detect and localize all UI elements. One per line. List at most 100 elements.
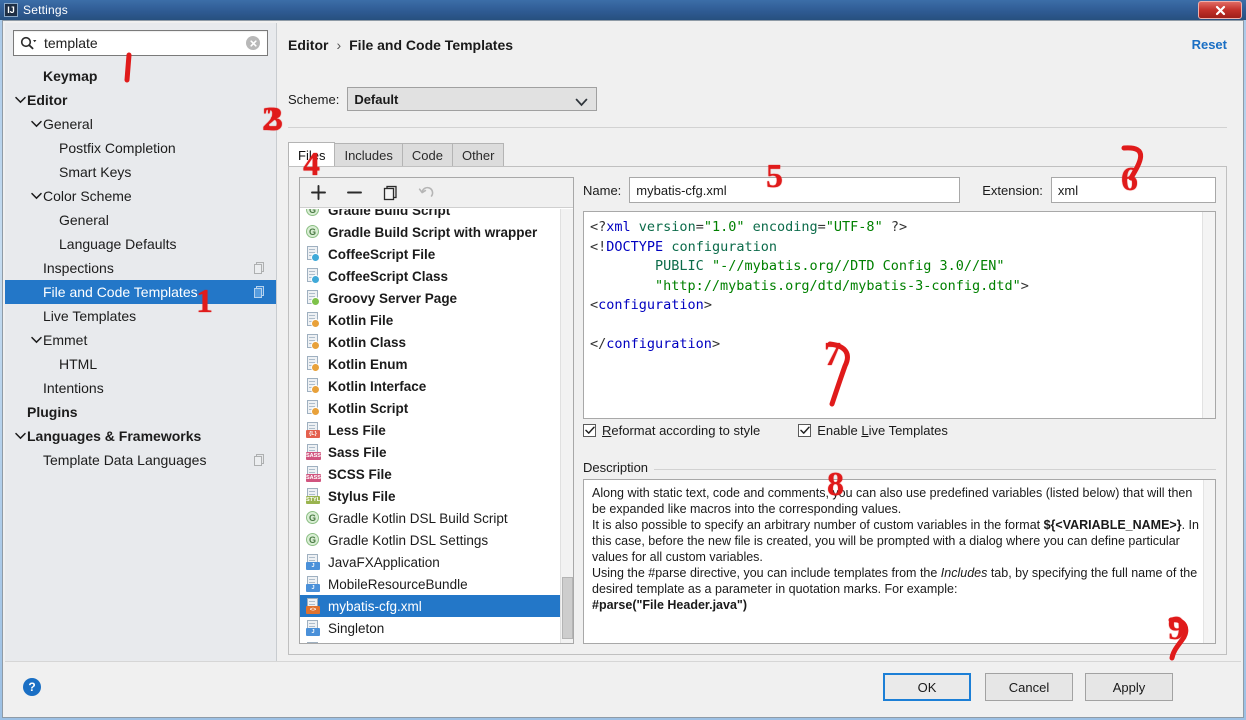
code-token: encoding: [753, 219, 818, 235]
code-line: [590, 316, 1215, 336]
live-templates-checkbox[interactable]: Enable Live Templates: [798, 423, 948, 438]
template-list-item[interactable]: GGradle Build Script with wrapper: [300, 221, 560, 243]
template-list-item[interactable]: Kotlin File: [300, 309, 560, 331]
template-list-item[interactable]: JMobileResourceBundle: [300, 573, 560, 595]
help-icon[interactable]: ?: [23, 678, 41, 696]
apply-button[interactable]: Apply: [1085, 673, 1173, 701]
name-label: Name:: [583, 183, 621, 198]
reset-link[interactable]: Reset: [1192, 37, 1227, 52]
template-list-item[interactable]: <>mybatis-cfg.xml: [300, 595, 560, 617]
sidebar-item-live-templates[interactable]: Live Templates: [5, 304, 276, 328]
copy-template-button[interactable]: [380, 183, 400, 203]
template-list-item[interactable]: GGradle Kotlin DSL Build Script: [300, 507, 560, 529]
sidebar-item-label: Color Scheme: [43, 188, 132, 204]
scheme-label: Scheme:: [288, 92, 339, 107]
template-list-item-label: Gradle Kotlin DSL Settings: [328, 533, 488, 548]
chevron-down-icon[interactable]: [13, 93, 27, 107]
code-editor-scrollbar[interactable]: [1202, 212, 1215, 418]
chevron-down-icon[interactable]: [29, 333, 43, 347]
tab-other[interactable]: Other: [452, 143, 505, 167]
settings-tree: KeymapEditorGeneralPostfix CompletionSma…: [5, 64, 276, 472]
search-input-value: template: [44, 35, 98, 51]
scheme-select[interactable]: Default: [347, 87, 597, 111]
template-list-item[interactable]: Kotlin Class: [300, 331, 560, 353]
reformat-checkbox[interactable]: Reformat according to style: [583, 423, 760, 438]
template-list-item[interactable]: <>XSLT Stylesheet: [300, 639, 560, 643]
ok-button[interactable]: OK: [883, 673, 971, 701]
chevron-down-icon[interactable]: [29, 117, 43, 131]
dialog-footer: ? OK Cancel Apply: [5, 661, 1241, 715]
kotlin-icon: [305, 356, 321, 372]
template-list-item[interactable]: {L}Less File: [300, 419, 560, 441]
chevron-down-icon[interactable]: [29, 189, 43, 203]
copy-settings-icon[interactable]: [254, 454, 266, 467]
sidebar-item-label: Emmet: [43, 332, 87, 348]
sidebar-item-general[interactable]: General: [5, 208, 276, 232]
template-list-item[interactable]: JSingleton: [300, 617, 560, 639]
sidebar-item-label: Language Defaults: [59, 236, 177, 252]
java-icon: J: [305, 554, 321, 570]
sidebar-item-intentions[interactable]: Intentions: [5, 376, 276, 400]
template-list-item-label: JavaFXApplication: [328, 555, 440, 570]
window-titlebar: IJ Settings: [0, 0, 1246, 20]
name-input[interactable]: mybatis-cfg.xml: [629, 177, 960, 203]
tab-code[interactable]: Code: [402, 143, 453, 167]
tree-spacer: [29, 285, 43, 299]
coffeescript-icon: [305, 268, 321, 284]
tree-spacer: [45, 237, 59, 251]
code-token: =: [818, 219, 826, 235]
template-list-item[interactable]: SASSSCSS File: [300, 463, 560, 485]
tab-files[interactable]: Files: [288, 142, 335, 167]
cancel-button[interactable]: Cancel: [985, 673, 1073, 701]
chevron-down-icon[interactable]: [13, 429, 27, 443]
sidebar-item-html[interactable]: HTML: [5, 352, 276, 376]
sidebar-item-template-data-languages[interactable]: Template Data Languages: [5, 448, 276, 472]
description-text: Along with static text, code and comment…: [584, 480, 1215, 618]
copy-settings-icon[interactable]: [254, 262, 266, 275]
remove-template-button[interactable]: [344, 183, 364, 203]
reformat-mnemonic: R: [602, 423, 611, 438]
sidebar-item-editor[interactable]: Editor: [5, 88, 276, 112]
add-template-button[interactable]: [308, 183, 328, 203]
template-list-item[interactable]: SASSSass File: [300, 441, 560, 463]
template-list-item[interactable]: Kotlin Interface: [300, 375, 560, 397]
template-list-item[interactable]: CoffeeScript Class: [300, 265, 560, 287]
sidebar-item-postfix-completion[interactable]: Postfix Completion: [5, 136, 276, 160]
template-detail: Name: mybatis-cfg.xml Extension: xml <?x…: [583, 177, 1216, 644]
intellij-logo-icon: IJ: [4, 3, 18, 17]
tab-includes[interactable]: Includes: [334, 143, 402, 167]
template-list-item[interactable]: STYLStylus File: [300, 485, 560, 507]
sidebar-item-emmet[interactable]: Emmet: [5, 328, 276, 352]
template-list-scrollbar[interactable]: [560, 209, 573, 643]
template-list-item[interactable]: G Gradle Kotlin DSL Settings: [300, 529, 560, 551]
extension-input[interactable]: xml: [1051, 177, 1216, 203]
sidebar-item-plugins[interactable]: Plugins: [5, 400, 276, 424]
sidebar-item-smart-keys[interactable]: Smart Keys: [5, 160, 276, 184]
sidebar-item-keymap[interactable]: Keymap: [5, 64, 276, 88]
description-scrollbar[interactable]: [1203, 480, 1215, 643]
template-list-item[interactable]: Groovy Server Page: [300, 287, 560, 309]
template-code-editor[interactable]: <?xml version="1.0" encoding="UTF-8" ?><…: [583, 211, 1216, 419]
template-list-item[interactable]: GGradle Build Script: [300, 209, 560, 221]
description-label: Description: [583, 460, 654, 475]
breadcrumb: Editor › File and Code Templates: [288, 37, 513, 53]
sidebar-item-color-scheme[interactable]: Color Scheme: [5, 184, 276, 208]
sidebar-item-inspections[interactable]: Inspections: [5, 256, 276, 280]
clear-search-icon[interactable]: [246, 36, 260, 50]
gradle-icon: G: [305, 532, 321, 548]
sidebar-item-general[interactable]: General: [5, 112, 276, 136]
gradle-icon: G: [305, 209, 321, 218]
sidebar-item-language-defaults[interactable]: Language Defaults: [5, 232, 276, 256]
sidebar-item-file-and-code-templates[interactable]: File and Code Templates: [5, 280, 276, 304]
template-list-item[interactable]: Kotlin Script: [300, 397, 560, 419]
breadcrumb-parent[interactable]: Editor: [288, 37, 328, 53]
reformat-label-rest: eformat according to style: [611, 423, 760, 438]
template-list-item[interactable]: J JavaFXApplication: [300, 551, 560, 573]
sidebar-item-languages-frameworks[interactable]: Languages & Frameworks: [5, 424, 276, 448]
close-icon[interactable]: [1198, 1, 1242, 19]
template-list-item[interactable]: CoffeeScript File: [300, 243, 560, 265]
search-input[interactable]: template: [13, 30, 268, 56]
scrollbar-thumb[interactable]: [562, 577, 573, 639]
copy-settings-icon[interactable]: [254, 286, 266, 299]
template-list-item[interactable]: Kotlin Enum: [300, 353, 560, 375]
